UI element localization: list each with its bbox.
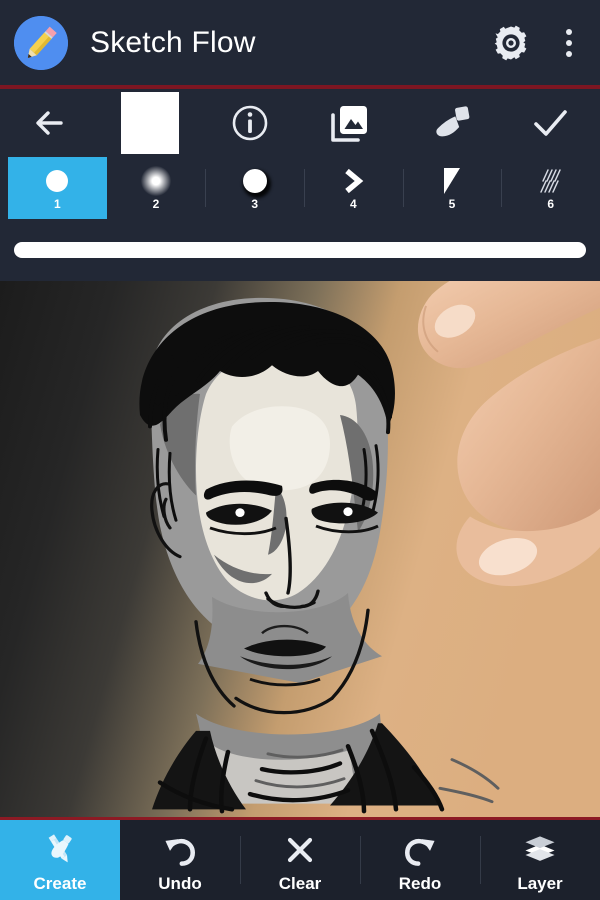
app-root: Sketch Flow 1 2 3 4 5 6 Create Undo Clea… [0, 0, 600, 900]
nav-label: Redo [398, 873, 442, 893]
color-swatch [121, 92, 179, 154]
slider-track[interactable] [14, 242, 586, 258]
kebab-dot [566, 39, 572, 46]
nav-item-clear[interactable]: Clear [240, 820, 360, 900]
grayscale-portrait-sketch [0, 281, 600, 817]
brush-option-1[interactable]: 1 [8, 157, 107, 219]
gear-icon[interactable] [488, 20, 534, 66]
arrow-left-icon [36, 111, 63, 135]
drawing-canvas[interactable] [0, 281, 600, 817]
kebab-dot [566, 28, 572, 35]
undo-arrow-icon [160, 829, 200, 871]
brush-option-2[interactable]: 2 [107, 157, 206, 219]
brush-option-3[interactable]: 3 [205, 157, 304, 219]
pencil-app-icon [14, 15, 68, 70]
nav-label: Undo [158, 873, 202, 893]
gallery-icon [331, 106, 367, 142]
pencil-brush-cross-icon [40, 829, 80, 871]
back-button[interactable] [0, 89, 100, 157]
brush-selector: 1 2 3 4 5 6 [0, 157, 600, 219]
nav-item-undo[interactable]: Undo [120, 820, 240, 900]
redo-arrow-icon [400, 829, 440, 871]
tool-bar [0, 89, 600, 157]
brush-number: 3 [251, 197, 259, 211]
shadow-dot-brush-icon [235, 166, 275, 196]
soft-dot-brush-icon [136, 166, 176, 196]
nav-label: Clear [278, 873, 322, 893]
info-button[interactable] [200, 89, 300, 157]
page-title: Sketch Flow [90, 25, 256, 59]
nav-item-create[interactable]: Create [0, 820, 120, 900]
kebab-dot [566, 50, 572, 57]
chevron-brush-icon [333, 166, 373, 196]
brush-number: 4 [350, 197, 357, 211]
overflow-menu-icon[interactable] [556, 20, 582, 66]
brush-number: 6 [547, 197, 555, 211]
layers-icon [520, 829, 560, 871]
brush-size-slider[interactable] [0, 219, 600, 281]
nav-label: Create [33, 873, 87, 893]
brush-button[interactable] [400, 89, 500, 157]
brush-option-4[interactable]: 4 [304, 157, 403, 219]
wedge-brush-icon [432, 166, 472, 196]
gallery-button[interactable] [300, 89, 400, 157]
title-bar: Sketch Flow [0, 0, 600, 85]
brush-number: 5 [448, 197, 456, 211]
info-icon [232, 105, 268, 141]
brush-option-5[interactable]: 5 [402, 157, 502, 219]
nav-item-redo[interactable]: Redo [360, 820, 480, 900]
brush-number: 1 [53, 197, 61, 211]
close-x-icon [280, 829, 320, 871]
solid-dot-brush-icon [37, 166, 77, 196]
nav-item-layer[interactable]: Layer [480, 820, 600, 900]
nav-label: Layer [517, 873, 563, 893]
hatch-brush-icon [531, 166, 571, 196]
check-icon [534, 110, 567, 136]
paintbrush-icon [436, 106, 470, 137]
bottom-navigation: Create Undo Clear Redo Layer [0, 820, 600, 900]
color-swatch-button[interactable] [100, 89, 200, 157]
brush-number: 2 [152, 197, 160, 211]
confirm-button[interactable] [500, 89, 600, 157]
brush-option-6[interactable]: 6 [501, 157, 600, 219]
